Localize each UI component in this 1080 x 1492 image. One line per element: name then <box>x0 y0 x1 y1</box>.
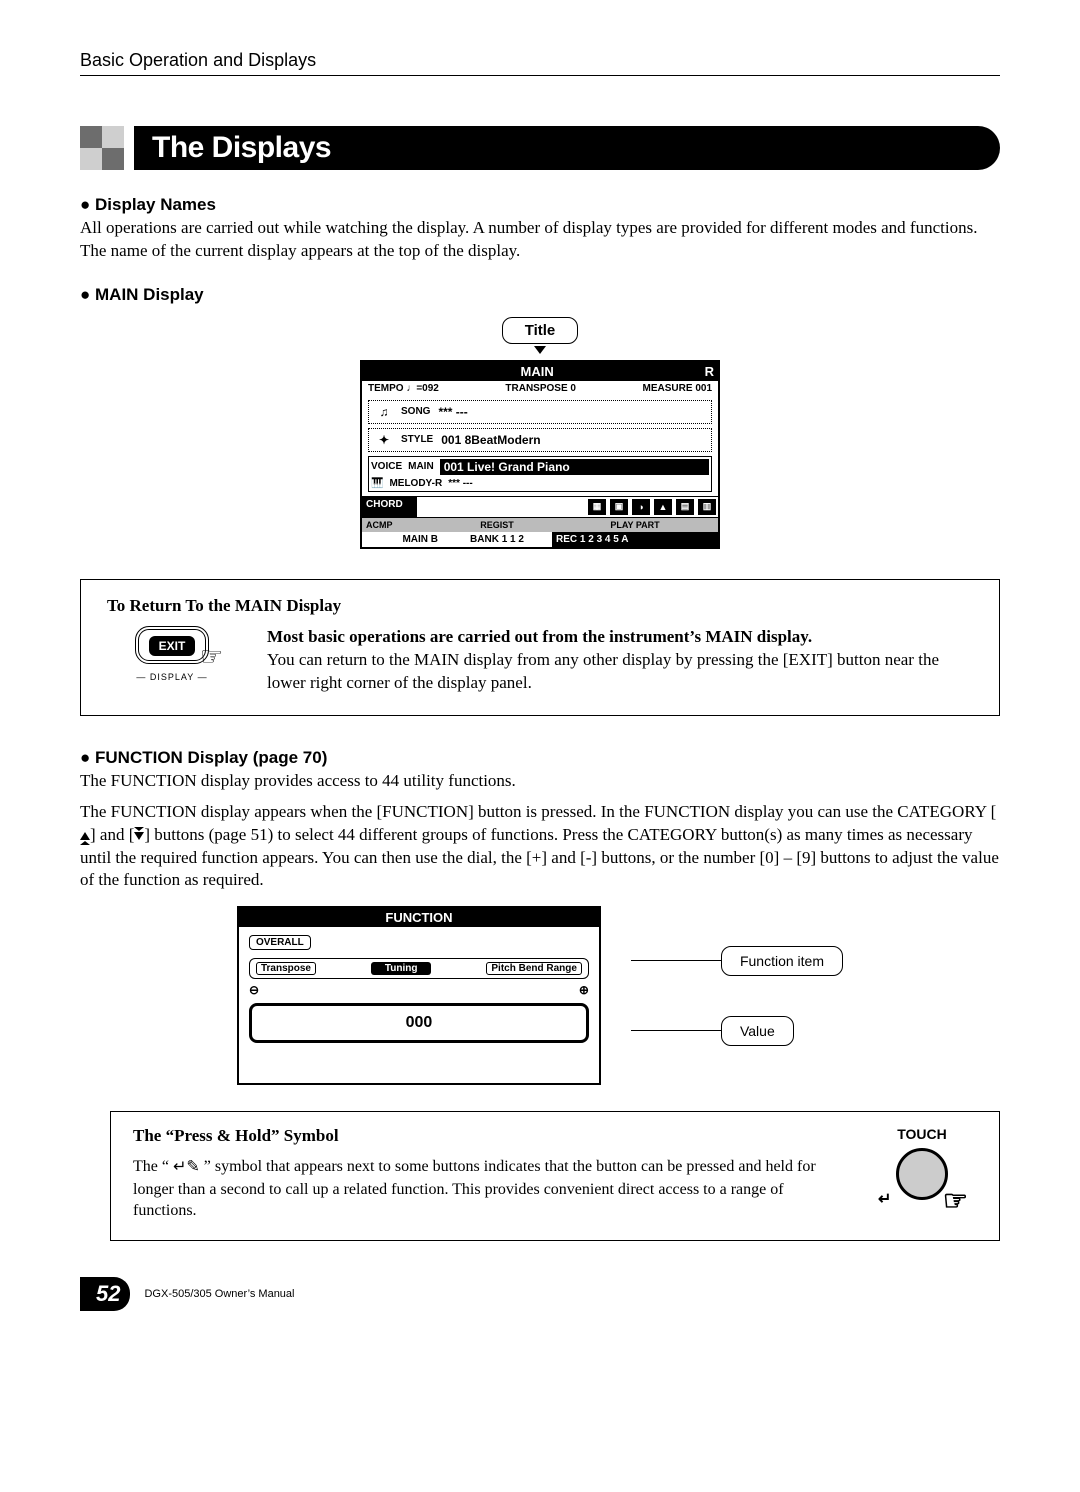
lcd-song-value: *** --- <box>438 405 467 419</box>
touch-button-figure: TOUCH ↵ ☞ <box>867 1126 977 1203</box>
hand-press-icon: ☞ <box>943 1184 968 1217</box>
heading-function-display: FUNCTION Display (page 70) <box>80 748 1000 768</box>
lcd-acmp-label: ACMP <box>362 517 442 532</box>
lcd-melody-label: MELODY-R <box>389 478 442 489</box>
lcd-screen-title: MAIN <box>370 364 705 379</box>
lcd-corner-right: R <box>705 364 714 379</box>
heading-display-names: Display Names <box>80 195 1000 215</box>
touch-button-icon <box>896 1148 948 1200</box>
section-title: The Displays <box>134 126 1000 170</box>
section-decor <box>80 126 124 170</box>
callout-function-item: Function item <box>721 946 843 976</box>
exit-button-figure: EXIT ☞ — DISPLAY — <box>107 626 237 682</box>
lcd-style-value: 001 8BeatModern <box>441 433 540 447</box>
heading-main-display: MAIN Display <box>80 285 1000 305</box>
return-title: To Return To the MAIN Display <box>107 596 973 616</box>
lcd-main-value: 001 Live! Grand Piano <box>440 459 709 475</box>
function-para1: The FUNCTION display provides access to … <box>80 770 1000 793</box>
function-para2: The FUNCTION display appears when the [F… <box>80 801 1000 893</box>
return-paragraph: Most basic operations are carried out fr… <box>267 626 973 695</box>
category-down-icon <box>134 832 144 840</box>
status-icon: ▲ <box>654 499 672 515</box>
lcd-style-label: STYLE <box>401 434 433 445</box>
lcd-tempo: TEMPO ♩=092 <box>368 383 439 394</box>
lcd-melody-value: *** --- <box>448 478 472 489</box>
manual-title: DGX-505/305 Owner’s Manual <box>144 1288 294 1300</box>
status-icon: ▤ <box>676 499 694 515</box>
page-footer: 52 DGX-505/305 Owner’s Manual <box>80 1277 1000 1311</box>
nav-left-icon: ⊖ <box>249 983 259 997</box>
lcd-voice-label: VOICE <box>371 461 402 472</box>
lcd-playpart-label: PLAY PART <box>552 517 718 532</box>
piano-icon: 🎹 <box>371 478 383 489</box>
touch-label: TOUCH <box>867 1126 977 1142</box>
press-hold-symbol-icon: ↵✎ <box>173 1159 200 1176</box>
status-icon: ◑ <box>632 499 650 515</box>
return-bold-line: Most basic operations are carried out fr… <box>267 627 812 646</box>
running-head: Basic Operation and Displays <box>80 50 1000 71</box>
lcd-main-label: MAIN <box>408 461 434 472</box>
connector-line <box>631 960 721 961</box>
lcd2-value: 000 <box>249 1003 589 1043</box>
connector-line <box>631 1030 721 1031</box>
lcd-main-b: MAIN B <box>362 532 442 547</box>
nav-right-icon: ⊕ <box>579 983 589 997</box>
lcd2-right-item: Pitch Bend Range <box>486 962 582 975</box>
function-display-figure: FUNCTION OVERALL Transpose Tuning Pitch … <box>237 906 601 1085</box>
press-hold-title: The “Press & Hold” Symbol <box>133 1126 847 1146</box>
lcd2-left-item: Transpose <box>256 962 316 975</box>
display-panel-label: — DISPLAY — <box>107 672 237 682</box>
lcd-chord-label: CHORD <box>362 497 417 517</box>
callout-value: Value <box>721 1016 794 1046</box>
lcd2-mid-item: Tuning <box>371 962 432 975</box>
lcd-rec: REC 1 2 3 4 5 A <box>552 532 718 547</box>
status-icon: ▣ <box>610 499 628 515</box>
callout-pointer-icon <box>534 346 546 354</box>
press-hold-text: The “ ↵✎ ” symbol that appears next to s… <box>133 1156 847 1221</box>
lcd-measure: MEASURE 001 <box>643 383 712 394</box>
lcd2-screen-title: FUNCTION <box>239 908 599 927</box>
hand-press-icon: ☞ <box>200 641 223 672</box>
callout-title-label: Title <box>502 317 579 344</box>
hold-arrow-icon: ↵ <box>878 1189 891 1209</box>
section-title-bar: The Displays <box>80 126 1000 170</box>
status-icon: ▦ <box>588 499 606 515</box>
status-icon: ▥ <box>698 499 716 515</box>
lcd-bank: BANK 1 1 2 <box>442 532 552 547</box>
lcd-song-label: SONG <box>401 406 430 417</box>
return-rest: You can return to the MAIN display from … <box>267 650 939 692</box>
lcd-regist-label: REGIST <box>442 517 552 532</box>
lcd-transpose: TRANSPOSE 0 <box>505 383 576 394</box>
lcd2-category: OVERALL <box>249 935 311 950</box>
exit-button-label: EXIT <box>149 636 196 656</box>
page-number: 52 <box>80 1277 130 1311</box>
para-display-names: All operations are carried out while wat… <box>80 217 1000 263</box>
return-to-main-box: To Return To the MAIN Display EXIT ☞ — D… <box>80 579 1000 716</box>
lcd-status-icons: ▦ ▣ ◑ ▲ ▤ ▥ <box>417 497 718 517</box>
main-display-figure: Title MAIN R TEMPO ♩=092 TRANSPOSE 0 MEA… <box>360 317 720 549</box>
note-icon: ♫ <box>375 405 393 419</box>
category-up-icon <box>80 832 90 840</box>
function-callouts: Function item Value <box>631 946 843 1046</box>
press-hold-box: The “Press & Hold” Symbol The “ ↵✎ ” sym… <box>110 1111 1000 1240</box>
style-icon: ✦ <box>375 433 393 447</box>
header-rule <box>80 75 1000 76</box>
